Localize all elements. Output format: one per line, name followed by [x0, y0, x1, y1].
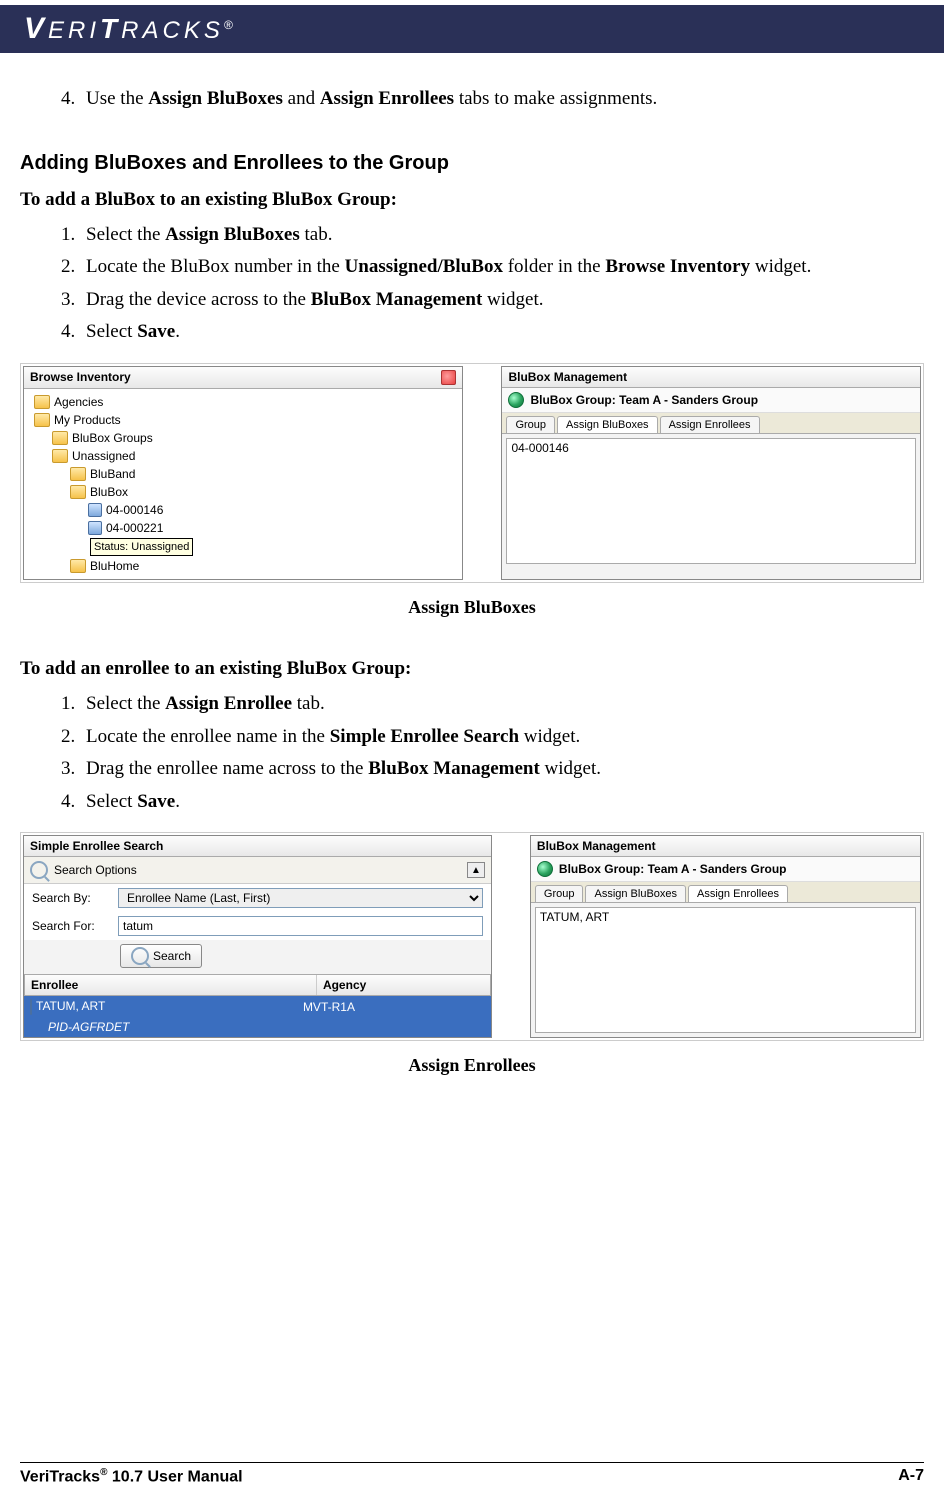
search-options-bar[interactable]: Search Options ▲	[24, 857, 491, 884]
tooltip-text: Status: Unassigned	[90, 538, 193, 556]
tree-item[interactable]: Agencies	[28, 393, 458, 411]
tree-item[interactable]: Unassigned	[28, 447, 458, 465]
result-row[interactable]: TATUM, ART MVT-R1A	[24, 996, 491, 1017]
result-row-pid[interactable]: PID-AGFRDET	[24, 1017, 491, 1037]
tree-item[interactable]: BluBox	[28, 483, 458, 501]
procedure-1-heading: To add a BluBox to an existing BluBox Gr…	[20, 189, 924, 211]
procedure-step: Select Save.	[80, 786, 924, 819]
simple-enrollee-search-panel: Simple Enrollee Search Search Options ▲ …	[23, 835, 492, 1038]
tree-item-label: BluBox	[90, 484, 128, 500]
blubox-group-header: BluBox Group: Team A - Sanders Group	[502, 388, 920, 413]
procedure-1-steps: Select the Assign BluBoxes tab.Locate th…	[20, 219, 924, 349]
continuing-step-list: Use the Assign BluBoxes and Assign Enrol…	[20, 83, 924, 116]
procedure-step: Locate the enrollee name in the Simple E…	[80, 721, 924, 754]
search-for-label: Search For:	[32, 919, 112, 933]
tree-item-label: Unassigned	[72, 448, 135, 464]
search-by-row: Search By: Enrollee Name (Last, First)	[24, 884, 491, 912]
tree-item-label: 04-000221	[106, 520, 163, 536]
assigned-enrollees-list[interactable]: TATUM, ART	[535, 907, 916, 1033]
tree-item[interactable]: 04-000221	[28, 519, 458, 537]
device-icon	[88, 503, 102, 517]
enrollee-icon	[30, 999, 32, 1015]
search-for-input[interactable]	[118, 916, 483, 936]
folder-icon	[34, 413, 50, 427]
tab-group[interactable]: Group	[506, 416, 555, 433]
folder-icon	[70, 559, 86, 573]
procedure-step: Select the Assign BluBoxes tab.	[80, 219, 924, 252]
procedure-step: Select Save.	[80, 316, 924, 349]
list-item[interactable]: TATUM, ART	[540, 910, 911, 924]
procedure-step: Select the Assign Enrollee tab.	[80, 688, 924, 721]
tree-item[interactable]: BluHome	[28, 557, 458, 575]
device-icon	[88, 521, 102, 535]
search-for-row: Search For:	[24, 912, 491, 940]
tab-assign-enrollees[interactable]: Assign Enrollees	[688, 885, 788, 902]
inventory-tree[interactable]: Agencies My Products BluBox Groups Unassign…	[24, 389, 462, 579]
assigned-bluboxes-list[interactable]: 04-000146	[506, 438, 916, 564]
search-by-select[interactable]: Enrollee Name (Last, First)	[118, 888, 483, 908]
folder-icon	[70, 467, 86, 481]
globe-icon	[537, 861, 553, 877]
list-item[interactable]: 04-000146	[511, 441, 911, 455]
procedure-2-heading: To add an enrollee to an existing BluBox…	[20, 658, 924, 680]
panel-title-text: BluBox Management	[537, 839, 656, 853]
search-icon	[30, 861, 48, 879]
column-enrollee[interactable]: Enrollee	[25, 975, 317, 995]
panel-title-text: BluBox Management	[508, 370, 627, 384]
expand-icon[interactable]: ▲	[467, 862, 485, 878]
globe-icon	[508, 392, 524, 408]
footer-manual-name: VeriTracks® 10.7 User Manual	[20, 1467, 243, 1486]
tab-assign-bluboxes[interactable]: Assign BluBoxes	[585, 885, 686, 902]
tree-item[interactable]: BluBand	[28, 465, 458, 483]
procedure-step: Drag the device across to the BluBox Man…	[80, 284, 924, 317]
tree-item[interactable]: BluBox Groups	[28, 429, 458, 447]
panel-title-text: Browse Inventory	[30, 370, 131, 384]
tab-strip: GroupAssign BluBoxesAssign Enrollees	[502, 413, 920, 434]
tab-strip: GroupAssign BluBoxesAssign Enrollees	[531, 882, 920, 903]
tree-item-label: BluBox Groups	[72, 430, 153, 446]
folder-icon	[52, 431, 68, 445]
tree-item[interactable]: 04-000146	[28, 501, 458, 519]
folder-icon	[34, 395, 50, 409]
tree-item-label: My Products	[54, 412, 121, 428]
page-footer: VeriTracks® 10.7 User Manual A-7	[20, 1462, 924, 1486]
close-icon[interactable]	[441, 370, 456, 385]
folder-icon	[52, 449, 68, 463]
search-by-label: Search By:	[32, 891, 112, 905]
tab-assign-enrollees[interactable]: Assign Enrollees	[660, 416, 760, 433]
header-bar: VERITRACKS®	[0, 5, 944, 53]
blubox-group-header: BluBox Group: Team A - Sanders Group	[531, 857, 920, 882]
footer-page-number: A-7	[898, 1467, 924, 1486]
blubox-management-panel-2: BluBox Management BluBox Group: Team A -…	[530, 835, 921, 1038]
procedure-step: Locate the BluBox number in the Unassign…	[80, 251, 924, 284]
figure-caption-2: Assign Enrollees	[20, 1055, 924, 1076]
column-agency[interactable]: Agency	[317, 975, 490, 995]
search-button-row: Search	[24, 940, 491, 974]
screenshot-assign-bluboxes: Browse Inventory Agencies My Products BluB…	[20, 363, 924, 583]
tree-item-label: Agencies	[54, 394, 103, 410]
procedure-step: Drag the enrollee name across to the Blu…	[80, 753, 924, 786]
section-heading: Adding BluBoxes and Enrollees to the Gro…	[20, 152, 924, 175]
folder-icon	[70, 485, 86, 499]
registered-mark: ®	[224, 18, 233, 32]
step-4: Use the Assign BluBoxes and Assign Enrol…	[80, 83, 924, 116]
tree-item[interactable]: My Products	[28, 411, 458, 429]
tab-group[interactable]: Group	[535, 885, 584, 902]
tree-item-label: BluBand	[90, 466, 135, 482]
search-icon	[131, 947, 149, 965]
tab-assign-bluboxes[interactable]: Assign BluBoxes	[557, 416, 658, 433]
tree-item-label: 04-000146	[106, 502, 163, 518]
panel-title-text: Simple Enrollee Search	[30, 839, 163, 853]
tree-tooltip: Status: Unassigned	[28, 537, 458, 557]
figure-caption-1: Assign BluBoxes	[20, 597, 924, 618]
logo: VERITRACKS®	[24, 12, 233, 46]
blubox-management-panel: BluBox Management BluBox Group: Team A -…	[501, 366, 921, 580]
tree-item-label: BluHome	[90, 558, 139, 574]
browse-inventory-panel: Browse Inventory Agencies My Products BluB…	[23, 366, 463, 580]
results-column-headers: Enrollee Agency	[24, 974, 491, 996]
screenshot-assign-enrollees: Simple Enrollee Search Search Options ▲ …	[20, 832, 924, 1041]
search-button[interactable]: Search	[120, 944, 202, 968]
procedure-2-steps: Select the Assign Enrollee tab.Locate th…	[20, 688, 924, 818]
